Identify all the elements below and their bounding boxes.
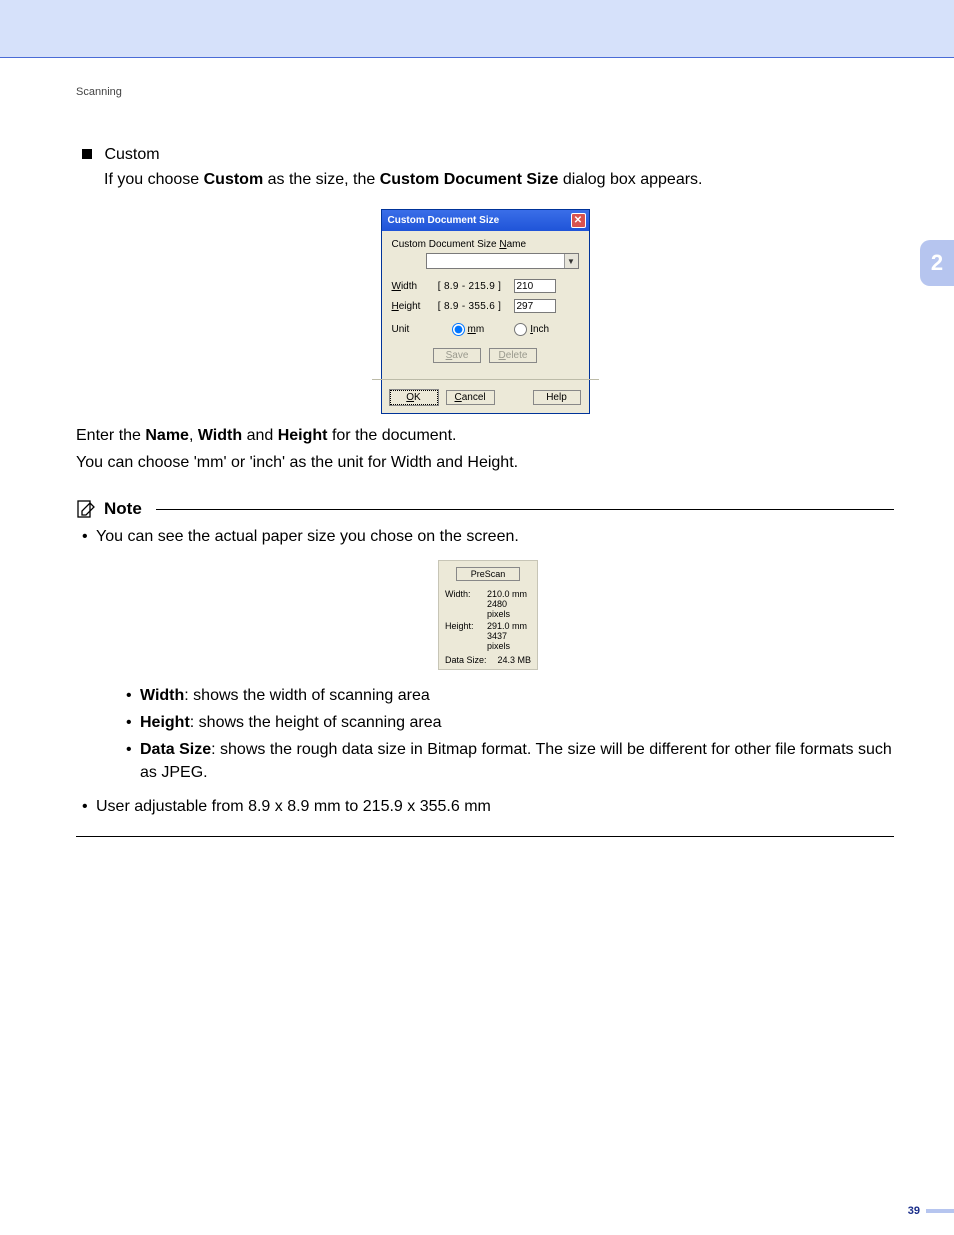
bullet-height: Height: shows the height of scanning are… [126,711,894,734]
width-input[interactable] [514,279,556,293]
info-width-label: Width: [445,589,487,599]
close-icon[interactable]: ✕ [571,213,586,228]
name-combobox[interactable]: ▼ [426,253,579,269]
term-custom-doc-size: Custom Document Size [380,171,559,188]
note-intro: You can see the actual paper size you ch… [82,525,894,548]
note-end-rule [76,836,894,837]
name-field-label: Custom Document Size Name [392,239,579,250]
info-height-pixels: 3437 pixels [487,631,531,651]
unit-mm-radio[interactable]: mm [452,323,485,336]
text: Custom Document Size [392,239,500,250]
dialog-title: Custom Document Size [388,215,500,226]
width-range: [ 8.9 - 215.9 ] [432,281,508,292]
page-header-banner [0,0,954,58]
text: dialog box appears. [558,171,702,188]
text: If you choose [104,171,204,188]
prescan-info-panel: PreScan Width: 210.0 mm 2480 pixels Heig… [438,560,538,670]
note-icon [76,499,96,519]
height-range: [ 8.9 - 355.6 ] [432,301,508,312]
section-heading: Custom [82,146,894,164]
info-height-label: Height: [445,621,487,631]
chevron-down-icon[interactable]: ▼ [564,254,578,268]
bullet-width: Width: shows the width of scanning area [126,684,894,707]
info-width-value: 210.0 mm [487,589,531,599]
footer-accent [926,1209,954,1213]
height-input[interactable] [514,299,556,313]
info-datasize-value: 24.3 MB [495,655,531,665]
bullet-range: User adjustable from 8.9 x 8.9 mm to 215… [82,795,894,818]
delete-button[interactable]: Delete [489,348,537,363]
ok-button[interactable]: OK [390,390,438,405]
intro-paragraph: If you choose Custom as the size, the Cu… [104,168,894,191]
height-label: Height [392,301,426,312]
info-height-value: 291.0 mm [487,621,531,631]
help-button[interactable]: Help [533,390,581,405]
note-title: Note [104,499,142,519]
page-number: 39 [908,1205,920,1217]
section-heading-text: Custom [104,146,159,163]
dialog-titlebar: Custom Document Size ✕ [382,210,589,231]
save-button[interactable]: Save [433,348,481,363]
info-width-pixels: 2480 pixels [487,599,531,619]
width-label: Width [392,281,426,292]
chapter-tab: 2 [920,240,954,286]
info-datasize-label: Data Size: [445,655,495,665]
text: N [499,239,506,250]
unit-inch-radio[interactable]: Inch [514,323,549,336]
text: as the size, the [263,171,380,188]
unit-choice-line: You can choose 'mm' or 'inch' as the uni… [76,451,894,474]
term-custom: Custom [204,171,264,188]
custom-document-size-dialog: Custom Document Size ✕ Custom Document S… [381,209,590,414]
breadcrumb: Scanning [76,86,894,98]
bullet-datasize: Data Size: shows the rough data size in … [126,738,894,784]
enter-name-line: Enter the Name, Width and Height for the… [76,424,894,447]
note-rule [156,509,894,510]
prescan-button[interactable]: PreScan [456,567,520,581]
text: ame [507,239,526,250]
unit-label: Unit [392,324,426,335]
cancel-button[interactable]: Cancel [446,390,495,405]
